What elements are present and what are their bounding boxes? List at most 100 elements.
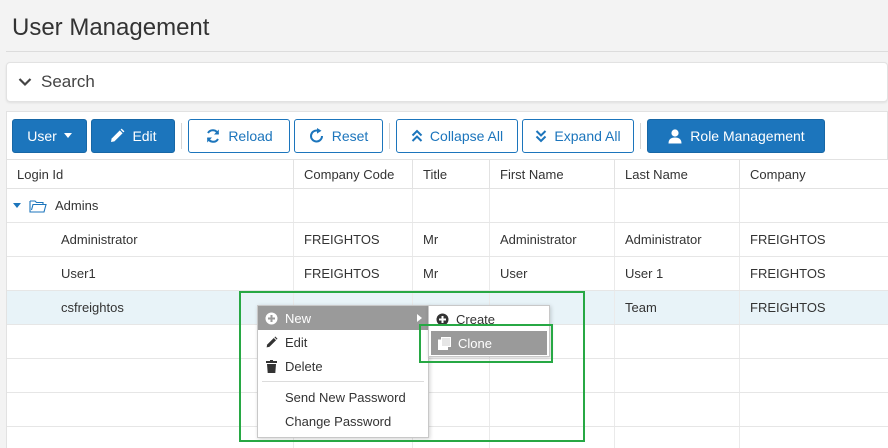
plus-circle-icon — [264, 312, 278, 325]
cell-company: FREIGHTOS — [750, 232, 826, 247]
cell-company-code: FREIGHTOS — [294, 223, 413, 256]
group-label: Admins — [55, 198, 99, 213]
toolbar-separator — [389, 122, 390, 149]
caret-down-icon — [63, 133, 72, 138]
toolbar-separator — [640, 122, 641, 149]
cell-company: FREIGHTOS — [750, 266, 826, 281]
empty-row — [7, 393, 888, 427]
plus-circle-icon — [435, 313, 449, 326]
pencil-icon — [109, 128, 125, 144]
expand-caret-icon[interactable] — [13, 203, 21, 208]
reload-button-label: Reload — [228, 127, 273, 144]
users-grid: Login Id Company Code Title First Name L… — [7, 159, 888, 448]
empty-row — [7, 427, 888, 448]
table-cell — [740, 359, 888, 392]
search-panel-title: Search — [41, 72, 95, 91]
context-menu: New Edit Delete Send New Password Change… — [257, 305, 429, 438]
reload-icon — [205, 128, 221, 144]
edit-button-label: Edit — [132, 127, 157, 144]
table-cell — [490, 393, 615, 426]
clone-icon — [437, 336, 451, 350]
submenu-clone[interactable]: Clone — [431, 331, 547, 355]
trash-icon — [264, 359, 278, 373]
send-new-password-label: Send New Password — [285, 389, 406, 405]
table-cell — [615, 325, 740, 358]
table-cell — [7, 359, 294, 392]
table-cell — [615, 427, 740, 448]
reload-button[interactable]: Reload — [188, 118, 290, 153]
submenu-create[interactable]: Create — [429, 307, 549, 331]
cell-title: Mr — [413, 223, 490, 256]
pencil-icon — [264, 335, 278, 349]
role-management-label: Role Management — [690, 127, 805, 144]
grid-header: Login Id Company Code Title First Name L… — [7, 159, 888, 189]
column-header-company[interactable]: Company — [740, 160, 888, 188]
cell-title: Mr — [413, 257, 490, 290]
toolbar-separator — [181, 122, 182, 149]
column-header-company-code[interactable]: Company Code — [294, 160, 413, 188]
change-password-label: Change Password — [285, 413, 392, 429]
reset-button-label: Reset — [331, 127, 369, 144]
submenu-create-label: Create — [456, 311, 496, 327]
expand-icon — [535, 129, 547, 143]
expand-all-button[interactable]: Expand All — [522, 118, 634, 153]
table-cell — [615, 189, 740, 222]
page-title: User Management — [12, 14, 210, 41]
table-cell — [740, 189, 888, 222]
table-row[interactable]: User1 FREIGHTOS Mr User User 1 FREIGHTOS — [7, 257, 888, 291]
context-menu-edit[interactable]: Edit — [258, 330, 428, 354]
context-menu-send-new-password[interactable]: Send New Password — [258, 385, 428, 409]
table-cell — [490, 427, 615, 448]
table-cell — [7, 427, 294, 448]
group-cell: Admins — [7, 189, 294, 222]
edit-button[interactable]: Edit — [91, 118, 175, 153]
column-header-first-name[interactable]: First Name — [490, 160, 615, 188]
context-menu-new-label: New — [285, 310, 312, 326]
collapse-all-button[interactable]: Collapse All — [396, 118, 518, 153]
table-cell — [7, 325, 294, 358]
chevron-down-icon — [17, 74, 33, 90]
table-cell — [740, 427, 888, 448]
context-menu-new[interactable]: New — [258, 306, 428, 330]
cell-first-name: Administrator — [490, 223, 615, 256]
column-header-last-name[interactable]: Last Name — [615, 160, 740, 188]
cell-login-id: Administrator — [7, 223, 294, 256]
new-submenu: Create Clone — [428, 305, 550, 357]
reset-icon — [309, 127, 325, 144]
cell-login-id: User1 — [7, 257, 294, 290]
context-menu-delete-label: Delete — [285, 358, 323, 374]
table-cell — [615, 393, 740, 426]
table-cell — [615, 359, 740, 392]
expand-all-label: Expand All — [554, 127, 621, 144]
column-header-title[interactable]: Title — [413, 160, 490, 188]
cell-last-name: Administrator — [615, 223, 740, 256]
search-panel-header[interactable]: Search — [6, 62, 888, 102]
context-menu-change-password[interactable]: Change Password — [258, 409, 428, 433]
group-row[interactable]: Admins — [7, 189, 888, 223]
toolbar: User Edit Reload Reset Collapse All Expa… — [12, 118, 829, 153]
user-icon — [667, 128, 683, 144]
cell-login-id: csfreightos — [7, 291, 294, 324]
role-management-button[interactable]: Role Management — [647, 118, 825, 153]
submenu-arrow-icon — [417, 314, 422, 322]
collapse-all-label: Collapse All — [429, 127, 504, 144]
table-cell — [740, 393, 888, 426]
user-button-label: User — [27, 127, 57, 144]
table-cell — [7, 393, 294, 426]
cell-company-code: FREIGHTOS — [294, 257, 413, 290]
cell-last-name: User 1 — [615, 257, 740, 290]
cell-company: FREIGHTOS — [750, 300, 826, 315]
context-menu-delete[interactable]: Delete — [258, 354, 428, 378]
context-menu-edit-label: Edit — [285, 334, 308, 350]
title-divider — [6, 51, 888, 52]
empty-row — [7, 359, 888, 393]
table-cell — [294, 189, 413, 222]
user-dropdown-button[interactable]: User — [12, 118, 87, 153]
column-header-login-id[interactable]: Login Id — [7, 160, 294, 188]
cell-last-name: Team — [615, 291, 740, 324]
reset-button[interactable]: Reset — [294, 118, 383, 153]
table-cell — [490, 189, 615, 222]
table-row[interactable]: Administrator FREIGHTOS Mr Administrator… — [7, 223, 888, 257]
table-cell — [740, 325, 888, 358]
table-cell — [413, 189, 490, 222]
